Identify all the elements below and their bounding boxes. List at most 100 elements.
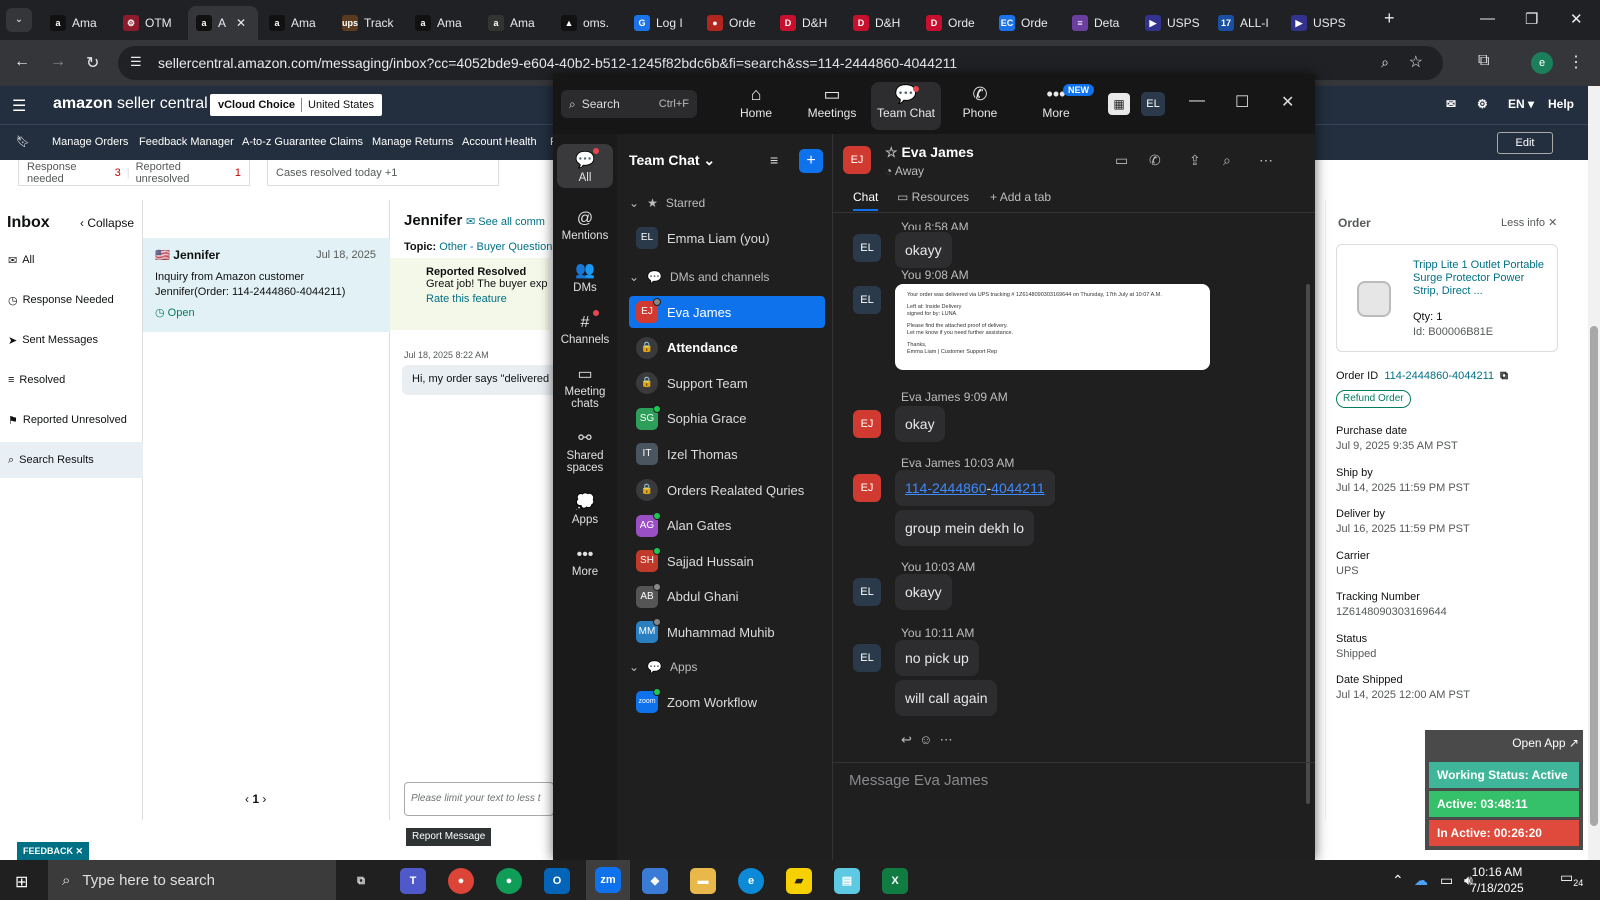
back-icon[interactable]: ← <box>14 53 30 71</box>
chat-search-icon[interactable]: ⌕ <box>1223 152 1231 169</box>
chat-list-item[interactable]: AG Alan Gates <box>629 510 825 542</box>
store-selector[interactable]: vCloud Choice United States <box>210 94 383 116</box>
chrome-icon[interactable]: ● <box>448 868 474 894</box>
browser-tab[interactable]: a Ama <box>480 6 550 40</box>
share-screen-icon[interactable]: ⇪ <box>1189 152 1201 169</box>
browser-tab[interactable]: a A ✕ <box>188 6 258 40</box>
browser-tab[interactable]: a Ama <box>261 6 331 40</box>
refund-order-button[interactable]: Refund Order <box>1336 390 1411 408</box>
browser-tab[interactable]: ups Track <box>334 6 404 40</box>
order-link-message[interactable]: 114-2444860-4044211 <box>895 470 1055 506</box>
rail-more[interactable]: ••• More <box>557 538 613 582</box>
more-options-icon[interactable]: ⋯ <box>1259 152 1273 169</box>
message-avatar[interactable]: EL <box>853 578 881 606</box>
chat-contact-name[interactable]: ☆ Eva James <box>885 144 974 161</box>
browser-tab[interactable]: D D&H <box>772 6 842 40</box>
inbox-folder-response-needed[interactable]: ◷ Response Needed <box>0 282 143 318</box>
zoom-minimize-icon[interactable]: — <box>1189 92 1205 110</box>
browser-tab[interactable]: D Orde <box>918 6 988 40</box>
message-avatar[interactable]: EL <box>853 644 881 672</box>
order-link-part1[interactable]: 114-2444860 <box>905 480 986 496</box>
tab-close-icon[interactable]: ✕ <box>236 16 246 30</box>
message-avatar[interactable]: EJ <box>853 474 881 502</box>
profile-avatar[interactable]: e <box>1531 52 1553 74</box>
zoom-taskbar-icon[interactable]: zm <box>586 860 630 900</box>
copy-icon[interactable]: ⧉ <box>1497 370 1508 382</box>
chat-avatar[interactable]: EJ <box>843 146 871 174</box>
nav-item[interactable]: Manage Returns <box>372 136 453 148</box>
chat-list-item[interactable]: EL Emma Liam (you) <box>629 222 825 254</box>
section-header[interactable]: ⌄ ★ Starred <box>629 196 705 210</box>
rate-feature-link[interactable]: Rate this feature <box>426 293 550 305</box>
zoom-nav-phone[interactable]: ✆ Phone <box>945 82 1015 130</box>
open-app-button[interactable]: Open App ↗ <box>1512 736 1579 750</box>
task-view-icon[interactable]: ⧉ <box>348 868 374 894</box>
message-actions[interactable]: ↩ ☺ ⋯ <box>901 732 953 748</box>
site-info-icon[interactable]: ☰ <box>130 54 142 70</box>
nav-item[interactable]: A-to-z Guarantee Claims <box>242 136 363 148</box>
notifications-icon[interactable]: ▭24 <box>1560 869 1583 888</box>
inbox-folder-reported-unresolved[interactable]: ⚑ Reported Unresolved <box>0 402 143 438</box>
rail-apps[interactable]: 💭 Apps <box>557 486 613 530</box>
tab-search-button[interactable]: ⌄ <box>6 8 32 32</box>
edge-icon[interactable]: e <box>738 868 764 894</box>
rail-meeting-chats[interactable]: ▭ Meeting chats <box>557 358 613 414</box>
inbox-folder-sent-messages[interactable]: ➤ Sent Messages <box>0 322 143 358</box>
chrome-profile-icon[interactable]: ● <box>496 868 522 894</box>
chat-scrollbar[interactable] <box>1306 284 1310 804</box>
new-tab-button[interactable]: + <box>1384 8 1395 29</box>
taskbar-search[interactable]: ⌕ Type here to search <box>48 860 336 900</box>
tab-resources[interactable]: ▭ Resources <box>897 190 969 204</box>
browser-tab[interactable]: EC Orde <box>991 6 1061 40</box>
delivery-proof-image[interactable]: Your order was delivered via UPS trackin… <box>895 284 1210 370</box>
browser-tab[interactable]: ● Orde <box>699 6 769 40</box>
message-bubble[interactable]: okay <box>895 406 945 442</box>
outlook-icon[interactable]: O <box>544 868 570 894</box>
section-header[interactable]: ⌄ 💬 Apps <box>629 660 697 674</box>
message-bubble[interactable]: okayy <box>895 574 952 610</box>
zoom-nav-meetings[interactable]: ▭ Meetings <box>797 82 867 130</box>
help-link[interactable]: Help <box>1548 97 1574 111</box>
system-clock[interactable]: 10:16 AM 7/18/2025 <box>1462 864 1532 896</box>
collapse-button[interactable]: ‹ Collapse <box>80 216 134 230</box>
chat-list-item[interactable]: EJ Eva James <box>629 296 825 328</box>
browser-menu-icon[interactable]: ⋮ <box>1568 52 1584 72</box>
zoom-search[interactable]: ⌕ Search Ctrl+F <box>561 90 697 118</box>
excel-icon[interactable]: X <box>882 868 908 894</box>
chat-list-item[interactable]: SG Sophia Grace <box>629 403 825 435</box>
notepad-icon[interactable]: ▤ <box>834 868 860 894</box>
browser-tab[interactable]: D D&H <box>845 6 915 40</box>
zoom-icon[interactable]: ⌕ <box>1381 54 1389 71</box>
browser-tab[interactable]: 17 ALL-I <box>1210 6 1280 40</box>
chat-list-item[interactable]: MM Muhammad Muhib <box>629 616 825 648</box>
rail-mentions[interactable]: @ Mentions <box>557 202 613 246</box>
inbox-folder-resolved[interactable]: ≡ Resolved <box>0 362 143 398</box>
seller-central-logo[interactable]: amazon seller central <box>53 95 208 113</box>
message-avatar[interactable]: EL <box>853 234 881 262</box>
inbox-folder-search-results[interactable]: ⌕ Search Results <box>0 442 143 478</box>
chat-list-item[interactable]: 🔒 Orders Realated Quries <box>629 474 825 506</box>
nav-item[interactable]: Manage Orders <box>52 136 128 148</box>
extensions-icon[interactable]: ⧉ <box>1478 52 1489 70</box>
teams-icon[interactable]: T <box>400 868 426 894</box>
user-avatar[interactable]: EL <box>1141 92 1165 116</box>
browser-tab[interactable]: ▶ USPS <box>1137 6 1207 40</box>
zoom-nav-team-chat[interactable]: 💬 Team Chat <box>871 82 941 130</box>
less-info-button[interactable]: Less info ✕ <box>1501 216 1557 229</box>
message-bubble[interactable]: group mein dekh lo <box>895 510 1035 546</box>
inbox-folder-all[interactable]: ✉ All <box>0 242 143 278</box>
message-avatar[interactable]: EL <box>853 286 881 314</box>
bookmark-star-icon[interactable]: ☆ <box>1409 52 1423 72</box>
message-composer[interactable]: Message Eva James <box>849 772 988 789</box>
message-bubble[interactable]: will call again <box>895 680 998 716</box>
stat-cases-resolved[interactable]: Cases resolved today +1 <box>267 160 499 186</box>
network-icon[interactable]: ▭ <box>1440 872 1453 889</box>
pagination[interactable]: ‹ 1 › <box>245 792 266 806</box>
chat-list-item[interactable]: 🔒 Attendance <box>629 332 825 364</box>
phone-call-icon[interactable]: ✆ <box>1149 152 1161 169</box>
tab-chat[interactable]: Chat <box>853 190 879 211</box>
chat-list-item[interactable]: SH Sajjad Hussain <box>629 545 825 577</box>
message-avatar[interactable]: EJ <box>853 410 881 438</box>
bookmark-icon[interactable]: 🔖︎ <box>16 135 30 148</box>
windows-start-icon[interactable]: ⊞ <box>15 872 28 892</box>
